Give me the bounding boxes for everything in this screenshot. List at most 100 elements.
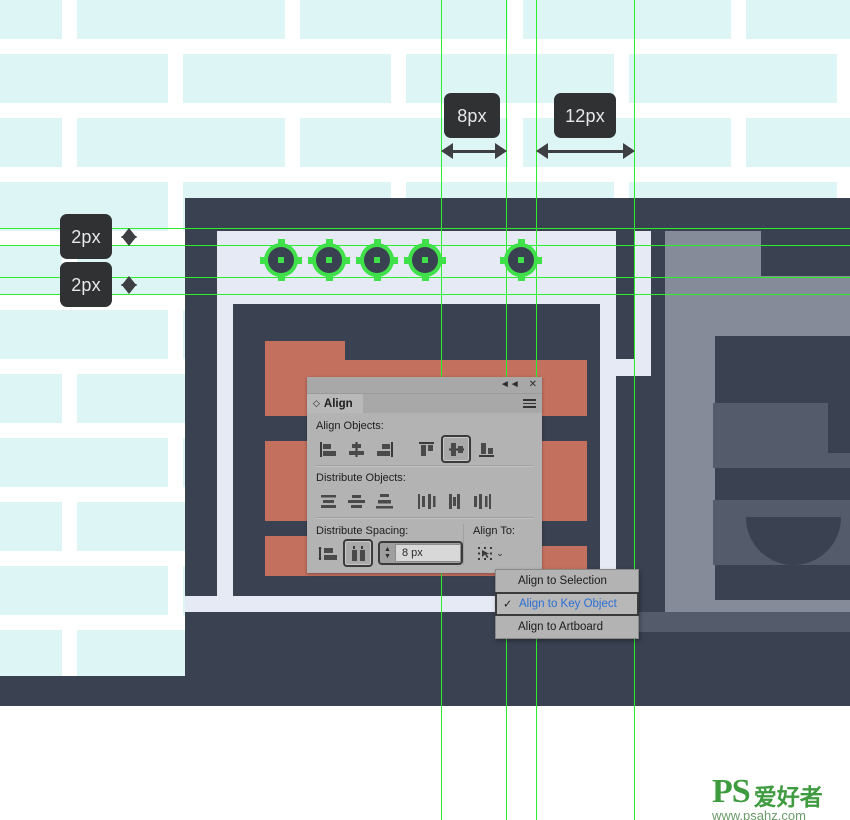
vertical-distribute-space-button[interactable] bbox=[315, 541, 341, 565]
measurement-arrow-h-2 bbox=[536, 143, 635, 159]
center-point bbox=[518, 257, 524, 263]
panel-body: Align Objects: Distribute Objects: Distr… bbox=[307, 413, 542, 573]
anchor-bottom[interactable] bbox=[325, 274, 333, 281]
spacing-stepper[interactable]: ▲ ▼ bbox=[380, 546, 395, 560]
brick bbox=[183, 54, 391, 103]
measurement-arrow-v-2 bbox=[121, 276, 138, 294]
distribute-horizontal-center-button[interactable] bbox=[441, 489, 467, 513]
align-to-label: Align To: bbox=[473, 525, 515, 537]
anchor-right[interactable] bbox=[439, 256, 446, 264]
panel-tab-row: ◇ Align bbox=[307, 394, 542, 413]
stepper-down-icon[interactable]: ▼ bbox=[384, 553, 391, 560]
measurement-label-v-2: 2px bbox=[60, 262, 112, 307]
selected-circle-2[interactable] bbox=[312, 243, 346, 277]
brick bbox=[0, 0, 62, 39]
anchor-top[interactable] bbox=[325, 239, 333, 246]
divider-2 bbox=[315, 517, 534, 519]
selected-circle-5[interactable] bbox=[504, 243, 538, 277]
watermark: PS 爱好者 www.psahz.com bbox=[712, 775, 842, 820]
distribute-vertical-bottom-button[interactable] bbox=[371, 489, 397, 513]
brick bbox=[77, 118, 285, 167]
align-to-section: Align To: ⌄ bbox=[463, 524, 534, 565]
art-cabinet-frame-right bbox=[600, 304, 616, 612]
horizontal-guide-3[interactable] bbox=[0, 294, 850, 295]
center-point bbox=[374, 257, 380, 263]
brick bbox=[0, 502, 62, 551]
anchor-bottom[interactable] bbox=[517, 274, 525, 281]
spacing-value-control[interactable]: ▲ ▼ 8 px bbox=[378, 541, 463, 565]
anchor-left[interactable] bbox=[500, 256, 507, 264]
collapse-icon[interactable]: ◄◄ bbox=[500, 380, 520, 390]
distribute-spacing-section: Distribute Spacing: ▲ ▼ 8 px bbox=[315, 524, 463, 567]
panel-tab-fill bbox=[363, 394, 542, 413]
menu-item-align-to-selection[interactable]: Align to Selection bbox=[496, 570, 638, 592]
measurement-arrow-h-1 bbox=[441, 143, 507, 159]
selected-circle-4[interactable] bbox=[408, 243, 442, 277]
brick bbox=[0, 630, 62, 679]
anchor-left[interactable] bbox=[308, 256, 315, 264]
tab-align-label: Align bbox=[323, 397, 353, 410]
close-icon[interactable]: ✕ bbox=[529, 380, 537, 390]
distribute-vertical-center-button[interactable] bbox=[343, 489, 369, 513]
distribute-horizontal-right-button[interactable] bbox=[469, 489, 495, 513]
vertical-guide-3[interactable] bbox=[634, 0, 635, 820]
selected-circle-3[interactable] bbox=[360, 243, 394, 277]
anchor-left[interactable] bbox=[404, 256, 411, 264]
anchor-right[interactable] bbox=[391, 256, 398, 264]
watermark-chinese: 爱好者 bbox=[753, 784, 823, 810]
screenshot-canvas: 8px 12px 2px 2px ◄◄ ✕ ◇ Align Align Objects… bbox=[0, 0, 850, 820]
align-left-button[interactable] bbox=[315, 437, 341, 461]
distribute-spacing-controls[interactable]: ▲ ▼ 8 px bbox=[315, 539, 463, 567]
brick bbox=[629, 54, 837, 103]
grip-diamond-icon: ◇ bbox=[313, 398, 320, 408]
menu-check-icon: ✓ bbox=[503, 598, 513, 611]
horizontal-distribute-space-button[interactable] bbox=[343, 539, 373, 567]
align-horizontal-center-button[interactable] bbox=[343, 437, 369, 461]
align-objects-row[interactable] bbox=[315, 435, 534, 463]
anchor-top[interactable] bbox=[421, 239, 429, 246]
anchor-left[interactable] bbox=[260, 256, 267, 264]
align-top-button[interactable] bbox=[413, 437, 439, 461]
chevron-down-icon[interactable]: ⌄ bbox=[496, 548, 504, 559]
menu-item-label: Align to Selection bbox=[518, 575, 607, 587]
anchor-right[interactable] bbox=[535, 256, 542, 264]
align-bottom-button[interactable] bbox=[473, 437, 499, 461]
brick bbox=[300, 0, 508, 39]
anchor-bottom[interactable] bbox=[421, 274, 429, 281]
divider-1 bbox=[315, 465, 534, 467]
anchor-right[interactable] bbox=[295, 256, 302, 264]
spacing-and-alignto-row: Distribute Spacing: ▲ ▼ 8 px Align To: ⌄ bbox=[315, 524, 534, 567]
align-panel[interactable]: ◄◄ ✕ ◇ Align Align Objects: Distribute O… bbox=[307, 377, 542, 573]
anchor-top[interactable] bbox=[373, 239, 381, 246]
selected-circle-1[interactable] bbox=[264, 243, 298, 277]
brick bbox=[0, 118, 62, 167]
distribute-objects-row[interactable] bbox=[315, 488, 534, 514]
watermark-url: www.psahz.com bbox=[712, 808, 806, 820]
tab-align[interactable]: ◇ Align bbox=[307, 394, 363, 413]
align-vertical-center-button[interactable] bbox=[441, 435, 471, 463]
align-right-button[interactable] bbox=[371, 437, 397, 461]
anchor-top[interactable] bbox=[517, 239, 525, 246]
anchor-bottom[interactable] bbox=[373, 274, 381, 281]
distribute-vertical-top-button[interactable] bbox=[315, 489, 341, 513]
menu-item-align-to-artboard[interactable]: Align to Artboard bbox=[496, 616, 638, 638]
panel-titlebar[interactable]: ◄◄ ✕ bbox=[307, 377, 542, 394]
stepper-up-icon[interactable]: ▲ bbox=[384, 546, 391, 553]
align-to-dropdown-menu[interactable]: Align to Selection ✓ Align to Key Object… bbox=[495, 569, 639, 639]
anchor-left[interactable] bbox=[356, 256, 363, 264]
align-to-controls[interactable]: ⌄ bbox=[472, 541, 534, 565]
distribute-horizontal-left-button[interactable] bbox=[413, 489, 439, 513]
anchor-right[interactable] bbox=[343, 256, 350, 264]
art-appliance-top-strip bbox=[665, 276, 850, 331]
anchor-top[interactable] bbox=[277, 239, 285, 246]
align-to-key-object-button[interactable]: ⌄ bbox=[472, 542, 508, 564]
art-appliance-drawer-1-notch bbox=[828, 403, 850, 453]
menu-item-align-to-key-object[interactable]: ✓ Align to Key Object bbox=[495, 592, 639, 616]
spacing-input[interactable]: 8 px bbox=[395, 544, 461, 562]
art-appliance-top-notch bbox=[761, 231, 850, 276]
hamburger-menu-icon[interactable] bbox=[523, 397, 536, 410]
anchor-bottom[interactable] bbox=[277, 274, 285, 281]
center-point bbox=[326, 257, 332, 263]
measurement-label-h-1: 8px bbox=[444, 93, 500, 138]
brick bbox=[523, 0, 731, 39]
